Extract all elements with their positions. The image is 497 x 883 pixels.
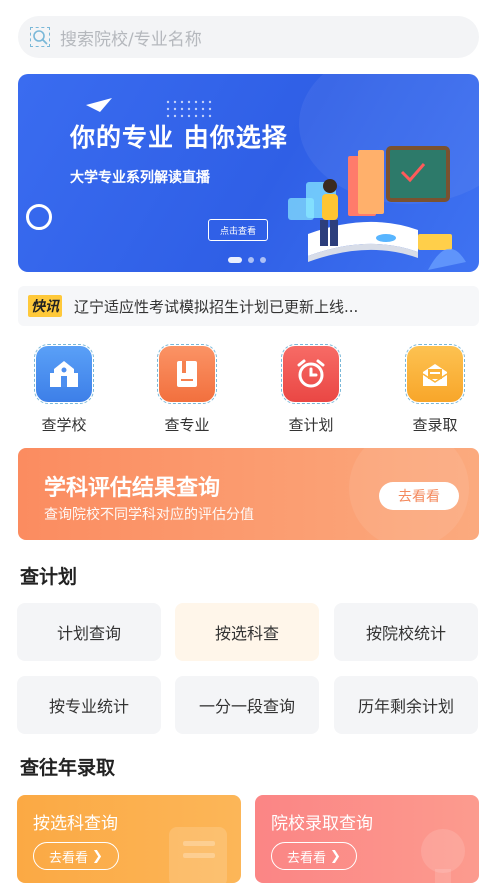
plan-by-subject-tile[interactable]: 按选科查 <box>175 603 319 661</box>
alarm-clock-icon <box>281 344 341 404</box>
quick-action-label: 查学校 <box>41 416 87 434</box>
banner-title: 你的专业 由你选择 <box>70 123 288 152</box>
evaluation-go-button[interactable]: 去看看 <box>379 482 459 510</box>
quick-action-label: 查专业 <box>164 416 210 434</box>
plan-by-school-tile[interactable]: 按院校统计 <box>334 603 478 661</box>
plan-query-tile[interactable]: 计划查询 <box>17 603 161 661</box>
promo-banner[interactable]: 你的专业 由你选择 大学专业系列解读直播 点击查看 <box>18 74 479 272</box>
school-icon <box>34 344 94 404</box>
score-ranking-tile[interactable]: 一分一段查询 <box>175 676 319 734</box>
quick-action-label: 查录取 <box>412 416 458 434</box>
dot-grid-decor <box>166 100 212 118</box>
clipboard-decor <box>169 827 227 883</box>
remaining-plan-tile[interactable]: 历年剩余计划 <box>334 676 478 734</box>
card-go-button[interactable]: 去看看 ❯ <box>271 842 357 870</box>
plan-section-title: 查计划 <box>20 566 78 588</box>
book-icon <box>157 344 217 404</box>
search-bar[interactable]: 搜索院校/专业名称 <box>18 16 479 58</box>
card-title: 院校录取查询 <box>271 814 373 834</box>
admission-section-title: 查往年录取 <box>20 757 116 779</box>
envelope-icon <box>405 344 465 404</box>
chevron-right-icon: ❯ <box>330 848 341 864</box>
search-placeholder: 搜索院校/专业名称 <box>60 29 202 50</box>
trophy-decor <box>421 829 465 883</box>
card-title: 按选科查询 <box>33 814 118 834</box>
admission-by-subject-card[interactable]: 按选科查询 去看看 ❯ <box>17 795 241 883</box>
chevron-right-icon: ❯ <box>92 848 103 864</box>
carousel-indicator[interactable] <box>228 257 266 263</box>
search-icon <box>30 27 50 47</box>
evaluation-title: 学科评估结果查询 <box>44 476 221 501</box>
paper-plane-icon <box>86 98 112 112</box>
news-ticker[interactable]: 快讯 辽宁适应性考试模拟招生计划已更新上线... <box>18 286 479 326</box>
plan-by-major-tile[interactable]: 按专业统计 <box>17 676 161 734</box>
quick-action-school[interactable]: 查学校 <box>34 344 94 435</box>
news-text: 辽宁适应性考试模拟招生计划已更新上线... <box>74 297 359 316</box>
quick-action-label: 查计划 <box>288 416 334 434</box>
banner-view-button[interactable]: 点击查看 <box>208 219 268 241</box>
banner-subtitle: 大学专业系列解读直播 <box>70 170 210 186</box>
evaluation-subtitle: 查询院校不同学科对应的评估分值 <box>44 507 254 523</box>
quick-action-plan[interactable]: 查计划 <box>281 344 341 435</box>
subject-evaluation-banner[interactable]: 学科评估结果查询 查询院校不同学科对应的评估分值 去看看 <box>18 448 479 540</box>
quick-action-admission[interactable]: 查录取 <box>405 344 465 435</box>
ring-decor <box>26 204 52 230</box>
card-go-button[interactable]: 去看看 ❯ <box>33 842 119 870</box>
study-illustration <box>288 146 466 270</box>
school-admission-card[interactable]: 院校录取查询 去看看 ❯ <box>255 795 479 883</box>
quick-action-major[interactable]: 查专业 <box>157 344 217 435</box>
news-badge: 快讯 <box>28 295 62 317</box>
